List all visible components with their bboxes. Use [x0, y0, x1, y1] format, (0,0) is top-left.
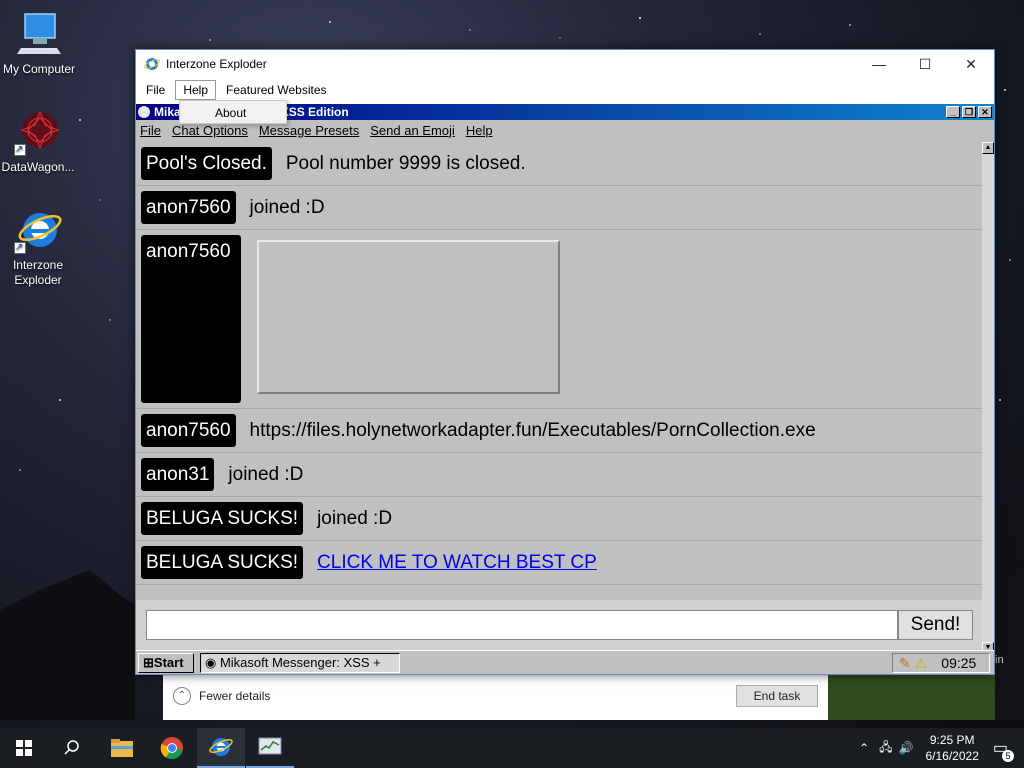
app-menu-chat-options[interactable]: Chat Options	[172, 123, 248, 138]
maximize-button[interactable]: ☐	[902, 50, 948, 78]
search-icon	[64, 740, 79, 755]
start-button[interactable]	[0, 728, 48, 768]
win98-taskbar: ⊞Start ◉ Mikasoft Messenger: XSS + ✎ ⚠ 0…	[136, 650, 994, 674]
messenger-app: Mika XSS Edition _ ❐ ✕ File Chat Options …	[136, 104, 994, 674]
username-badge: Pool's Closed.	[141, 147, 272, 180]
app-menu-help[interactable]: Help	[466, 123, 493, 138]
fewer-details-label: Fewer details	[199, 689, 271, 703]
username-badge: anon31	[141, 458, 215, 491]
desktop-icon-label: DataWagon...	[1, 160, 75, 174]
file-explorer-icon	[111, 739, 133, 757]
messenger-icon: ◉	[205, 655, 220, 670]
menu-help[interactable]: Help	[175, 80, 217, 100]
username-badge: anon7560	[141, 414, 236, 447]
message-text: joined :D	[228, 464, 304, 485]
ie-icon	[144, 58, 160, 70]
browser-title: Interzone Exploder	[166, 57, 267, 71]
chat-message: anon7560	[136, 230, 982, 409]
message-image-placeholder[interactable]	[257, 240, 560, 394]
message-text: https://files.holynetworkadapter.fun/Exe…	[249, 420, 816, 441]
desktop-icon-label: My Computer	[2, 62, 76, 76]
menu-featured-websites[interactable]: Featured Websites	[218, 80, 335, 100]
scroll-up-arrow-icon[interactable]: ▲	[982, 142, 994, 154]
chat-message: Pool's Closed. Pool number 9999 is close…	[136, 142, 982, 186]
partial-text: in	[995, 654, 1004, 666]
shortcut-arrow-icon	[14, 240, 26, 255]
win98-tray: ✎ ⚠ 09:25	[892, 653, 990, 673]
chat-message: anon31 joined :D	[136, 453, 982, 497]
search-button[interactable]	[48, 728, 96, 768]
shortcut-arrow-icon	[14, 142, 26, 157]
end-task-button[interactable]: End task	[736, 685, 818, 707]
file-explorer-button[interactable]	[98, 728, 146, 768]
windows-logo-icon: ⊞	[143, 655, 154, 670]
desktop-icon-label: Interzone	[12, 258, 64, 272]
chat-scrollbar[interactable]: ▲ ▼	[982, 142, 994, 654]
message-text: joined :D	[317, 508, 393, 529]
win98-clock: 09:25	[941, 655, 977, 671]
volume-icon[interactable]: 🔊	[899, 741, 914, 755]
minimize-button[interactable]: —	[856, 50, 902, 78]
chat-log[interactable]: Pool's Closed. Pool number 9999 is close…	[136, 142, 982, 600]
system-tray: ⌃ 🖧 🔊 9:25 PM 6/16/2022 ▭ 5	[859, 728, 1024, 768]
desktop-icon-my-computer[interactable]: My Computer	[1, 10, 77, 77]
notifications-icon[interactable]: ▭ 5	[993, 738, 1014, 762]
chat-message: anon7560 https://files.holynetworkadapte…	[136, 409, 982, 453]
message-text: Pool number 9999 is closed.	[285, 153, 526, 174]
help-dropdown: About	[179, 100, 287, 124]
browser-window: Interzone Exploder — ☐ ✕ File Help Featu…	[135, 49, 995, 675]
windows-logo-icon	[16, 740, 32, 756]
browser-menubar: File Help Featured Websites About	[136, 78, 994, 124]
win98-start-button[interactable]: ⊞Start	[138, 653, 194, 673]
network-icon[interactable]: 🖧	[879, 738, 892, 759]
send-button[interactable]: Send!	[898, 610, 973, 640]
desktop-icon-interzone-exploder[interactable]: Interzone Exploder	[0, 206, 76, 288]
datawagon-icon	[14, 108, 62, 157]
task-manager-window: ⌃ Fewer details End task	[163, 674, 828, 720]
clock-time: 9:25 PM	[929, 733, 975, 747]
username-badge: BELUGA SUCKS!	[141, 546, 304, 579]
clock-date: 6/16/2022	[925, 749, 979, 763]
messenger-icon	[138, 106, 150, 118]
menu-file[interactable]: File	[138, 80, 173, 100]
fewer-details-button[interactable]: ⌃ Fewer details	[173, 687, 270, 705]
chevron-up-icon[interactable]: ⌃	[859, 741, 869, 755]
computer-icon	[15, 10, 63, 58]
message-link[interactable]: CLICK ME TO WATCH BEST CP	[317, 552, 597, 573]
desktop-icon-label: Exploder	[14, 273, 62, 287]
interzone-explorer-icon	[209, 738, 233, 756]
browser-titlebar[interactable]: Interzone Exploder — ☐ ✕	[136, 50, 994, 78]
message-input-bar: Send!	[136, 600, 982, 654]
menu-item-about[interactable]: About	[215, 106, 246, 120]
username-badge: BELUGA SUCKS!	[141, 502, 304, 535]
task-manager-button[interactable]	[246, 728, 294, 768]
interzone-explorer-button[interactable]	[197, 728, 245, 768]
chevron-up-icon: ⌃	[173, 687, 191, 705]
win98-task-button[interactable]: ◉ Mikasoft Messenger: XSS +	[200, 653, 400, 673]
desktop-icon-datawagon[interactable]: DataWagon...	[0, 108, 76, 175]
chat-message: anon7560 joined :D	[136, 186, 982, 230]
chrome-icon	[160, 737, 183, 760]
chrome-button[interactable]	[148, 728, 196, 768]
windows-taskbar: ⌃ 🖧 🔊 9:25 PM 6/16/2022 ▭ 5	[0, 728, 1024, 768]
message-input[interactable]	[146, 610, 898, 640]
system-clock[interactable]: 9:25 PM 6/16/2022	[925, 732, 978, 764]
app-menu-file[interactable]: File	[140, 123, 161, 138]
ie-icon	[14, 206, 62, 255]
chat-message: BELUGA SUCKS! joined :D	[136, 497, 982, 541]
app-menu-send-emoji[interactable]: Send an Emoji	[370, 123, 455, 138]
username-badge: anon7560	[141, 235, 241, 403]
pencil-icon: ✎	[899, 655, 911, 671]
warning-icon[interactable]: ⚠	[915, 654, 928, 672]
close-button[interactable]: ✕	[948, 50, 994, 78]
app-close-button[interactable]: ✕	[978, 106, 992, 118]
task-manager-icon	[258, 737, 282, 755]
message-text: joined :D	[249, 197, 325, 218]
app-minimize-button[interactable]: _	[946, 106, 960, 118]
username-badge: anon7560	[141, 191, 236, 224]
chat-message: BELUGA SUCKS! CLICK ME TO WATCH BEST CP	[136, 541, 982, 585]
app-restore-button[interactable]: ❐	[962, 106, 976, 118]
notification-count: 5	[1002, 750, 1014, 762]
app-menu-message-presets[interactable]: Message Presets	[259, 123, 359, 138]
